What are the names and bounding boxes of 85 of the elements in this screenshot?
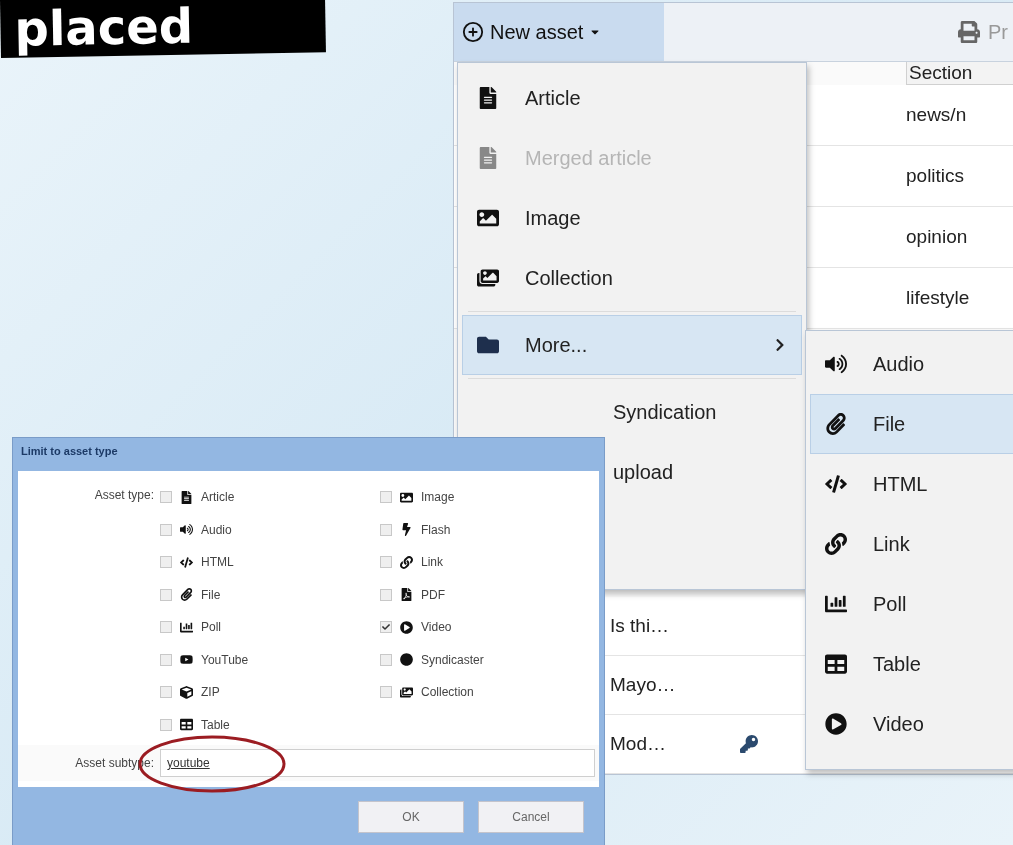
checkbox-option[interactable]: Audio xyxy=(160,513,380,546)
speaker-icon xyxy=(180,523,193,537)
table-cell: politics xyxy=(906,165,965,187)
play-icon xyxy=(825,713,847,735)
checkbox[interactable] xyxy=(160,556,172,569)
plus-circle-icon xyxy=(462,21,484,43)
table-cell: opinion xyxy=(906,226,968,248)
menu-item[interactable]: Article xyxy=(462,68,802,128)
checkbox-option[interactable]: PDF xyxy=(380,578,599,611)
checkbox-option[interactable]: Image xyxy=(380,481,599,514)
image-icon xyxy=(477,207,499,229)
menu-item[interactable]: Poll xyxy=(810,574,1013,634)
checkbox[interactable] xyxy=(380,621,392,634)
checkbox-option[interactable]: Video xyxy=(380,611,599,644)
menu-item[interactable]: HTML xyxy=(810,454,1013,514)
checkbox[interactable] xyxy=(380,686,392,699)
speaker-icon xyxy=(825,353,847,375)
menu-item[interactable]: Link xyxy=(810,514,1013,574)
dialog-title: Limit to asset type xyxy=(20,444,119,459)
table-cell: news/n xyxy=(906,104,967,126)
checkbox-option[interactable]: Syndicaster xyxy=(380,643,599,676)
table-cell: lifestyle xyxy=(906,287,970,309)
banner-title: placed xyxy=(0,0,326,58)
bar-chart-icon xyxy=(180,620,193,634)
new-asset-button[interactable]: New asset xyxy=(454,3,664,61)
paperclip-icon xyxy=(180,588,193,602)
menu-item[interactable]: Syndication xyxy=(462,382,802,442)
checkbox[interactable] xyxy=(160,523,172,536)
checkbox[interactable] xyxy=(380,653,392,666)
image-icon xyxy=(400,490,413,504)
cube-icon xyxy=(180,685,193,699)
checkbox-option[interactable]: File xyxy=(160,578,380,611)
checkbox[interactable] xyxy=(380,556,392,569)
checkbox-option[interactable]: Poll xyxy=(160,611,380,644)
print-icon xyxy=(958,21,980,43)
bolt-icon xyxy=(400,523,413,537)
checkbox[interactable] xyxy=(160,621,172,634)
checkbox-option[interactable]: ZIP xyxy=(160,676,380,709)
link-icon xyxy=(825,533,847,555)
checkbox[interactable] xyxy=(160,491,172,504)
folder-icon xyxy=(477,334,499,356)
bar-chart-icon xyxy=(825,593,847,615)
pdf-icon xyxy=(400,588,413,602)
checkbox-option[interactable]: Link xyxy=(380,546,599,579)
column-header: Section xyxy=(906,62,1013,85)
checkbox[interactable] xyxy=(160,718,172,731)
table-cell-text: Mod… xyxy=(610,733,667,755)
checkbox[interactable] xyxy=(160,686,172,699)
menu-item[interactable]: Video xyxy=(810,694,1013,754)
menu-item[interactable]: Image xyxy=(462,188,802,248)
checkbox-option[interactable]: YouTube xyxy=(160,643,380,676)
document-icon xyxy=(477,147,499,169)
subtype-input[interactable]: youtube xyxy=(160,749,595,777)
document-icon xyxy=(477,87,499,109)
checkbox-option[interactable]: HTML xyxy=(160,546,380,579)
play-icon xyxy=(400,620,413,634)
checkbox[interactable] xyxy=(160,653,172,666)
checkbox[interactable] xyxy=(380,491,392,504)
images-icon xyxy=(400,685,413,699)
checkbox-option[interactable]: Article xyxy=(160,481,380,514)
video-player-icon xyxy=(180,653,193,667)
checkbox-option[interactable]: Table xyxy=(160,708,380,741)
menu-item[interactable]: Audio xyxy=(810,334,1013,394)
checkbox-option[interactable]: Flash xyxy=(380,513,599,546)
dialog-button[interactable]: Cancel xyxy=(478,801,584,833)
menu-item[interactable]: More... xyxy=(462,315,802,375)
menu-item[interactable]: File xyxy=(810,394,1013,454)
document-icon xyxy=(180,490,193,504)
paperclip-icon xyxy=(825,413,847,435)
checkbox-option[interactable]: Collection xyxy=(380,676,599,709)
menu-item[interactable]: Table xyxy=(810,634,1013,694)
table-icon xyxy=(825,653,847,675)
code-icon xyxy=(180,555,193,569)
field-label: Asset type: xyxy=(93,487,155,504)
code-icon xyxy=(825,473,847,495)
table-cell-text: Is thi… xyxy=(610,615,671,637)
table-icon xyxy=(180,718,193,732)
menu-item[interactable]: Collection xyxy=(462,248,802,308)
table-cell-text: Mayo… xyxy=(610,674,677,696)
link-icon xyxy=(400,555,413,569)
checkbox[interactable] xyxy=(380,523,392,536)
checkbox[interactable] xyxy=(160,588,172,601)
checkbox[interactable] xyxy=(380,588,392,601)
dialog-button[interactable]: OK xyxy=(358,801,464,833)
images-icon xyxy=(477,267,499,289)
